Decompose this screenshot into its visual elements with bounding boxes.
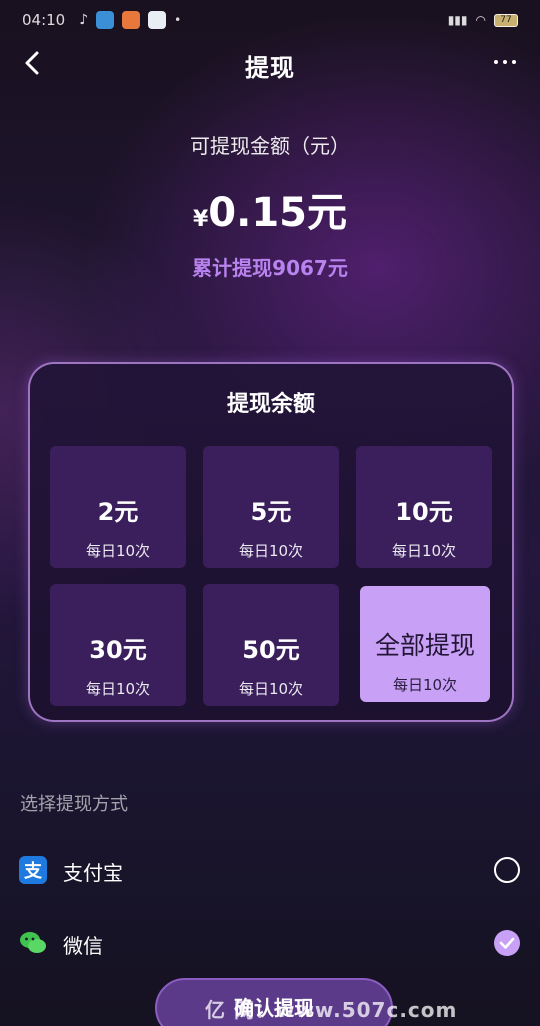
card-title: 提现余额 — [226, 392, 315, 417]
withdraw-amount-card: 提现余额 2元 每日10次 5元 每日10次 10元 每日10次 30元 每日1… — [28, 362, 514, 722]
option-limit: 每日10次 — [392, 676, 458, 694]
wifi-icon: ◠ — [475, 13, 486, 27]
page-title: 提现 — [245, 54, 295, 82]
option-amount: 10元 — [395, 498, 453, 526]
method-label: 支付宝 — [63, 861, 123, 885]
option-limit: 每日10次 — [391, 542, 457, 560]
status-time: 04:10 — [22, 11, 66, 29]
balance-amount: ¥0.15元 — [0, 180, 540, 238]
balance-value: 0.15元 — [208, 190, 347, 236]
amount-option-5[interactable]: 5元 每日10次 — [203, 446, 339, 568]
status-indicators: ▮▮▮ ◠ 77 — [448, 13, 518, 27]
dot-icon — [494, 60, 498, 64]
search-app-icon — [148, 11, 167, 29]
notification-icons: ♪ • — [79, 11, 181, 29]
watermark: 亿 网：www.507c.com — [205, 998, 458, 1022]
nav-bar: 提现 — [0, 40, 540, 90]
option-limit: 每日10次 — [85, 542, 151, 560]
app-notification-icon — [122, 11, 141, 29]
method-section-header: 选择提现方式 — [20, 794, 128, 815]
amount-option-10[interactable]: 10元 每日10次 — [356, 446, 492, 568]
option-amount: 30元 — [89, 636, 147, 664]
amount-option-2[interactable]: 2元 每日10次 — [50, 446, 186, 568]
option-amount: 全部提现 — [374, 631, 475, 660]
currency-symbol: ¥ — [192, 207, 209, 232]
method-label: 微信 — [63, 934, 103, 958]
app-notification-icon — [96, 11, 115, 29]
status-bar: 04:10 ♪ • ▮▮▮ ◠ 77 — [0, 0, 540, 40]
radio-unchecked[interactable] — [494, 857, 520, 883]
dot-icon — [512, 60, 516, 64]
option-limit: 每日10次 — [85, 680, 151, 698]
radio-checked[interactable] — [494, 930, 520, 956]
alipay-icon: 支 — [19, 856, 47, 884]
battery-icon: 77 — [494, 13, 518, 27]
tiktok-icon: ♪ — [79, 12, 89, 28]
option-limit: 每日10次 — [238, 542, 304, 560]
dot-icon — [503, 60, 507, 64]
option-amount: 5元 — [250, 498, 292, 526]
option-amount: 50元 — [242, 636, 300, 664]
option-limit: 每日10次 — [238, 680, 304, 698]
method-wechat[interactable]: 微信 — [0, 918, 540, 968]
balance-label: 可提现金额（元） — [190, 134, 350, 158]
amount-option-50[interactable]: 50元 每日10次 — [203, 584, 339, 706]
wechat-icon — [20, 932, 46, 953]
signal-icon: ▮▮▮ — [447, 13, 468, 27]
amount-option-all[interactable]: 全部提现 每日10次 — [360, 586, 490, 702]
total-withdrawn: 累计提现9067元 — [192, 256, 348, 280]
more-options-button[interactable] — [490, 50, 520, 74]
svg-text:支: 支 — [23, 860, 43, 882]
checkmark-icon — [499, 937, 515, 949]
more-notifications-dot: • — [174, 13, 182, 27]
amount-option-30[interactable]: 30元 每日10次 — [50, 584, 186, 706]
method-alipay[interactable]: 支 支付宝 — [0, 845, 540, 895]
option-amount: 2元 — [97, 498, 139, 526]
